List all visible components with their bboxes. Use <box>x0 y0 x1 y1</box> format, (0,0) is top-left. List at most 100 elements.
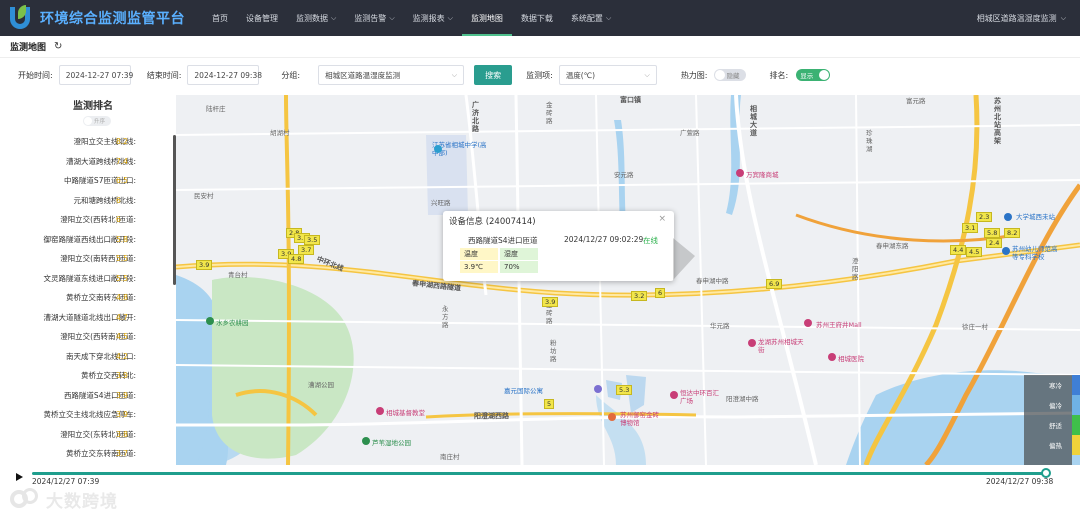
map-label: 漕湖公园 <box>308 381 334 389</box>
refresh-icon[interactable]: ↻ <box>54 41 62 52</box>
rank-item[interactable]: 文灵路隧道东线进口敞开段: 5.5 <box>10 269 176 289</box>
mall-icon[interactable] <box>804 319 812 327</box>
toggle-knob <box>819 70 830 80</box>
sensor-marker[interactable]: 4.4 <box>950 245 967 255</box>
map-label: 兴旺路 <box>431 199 451 207</box>
nav-item[interactable]: 系统配置 ⌵ <box>562 0 620 36</box>
popup-device-name: 西路隧道S4进口匝道 <box>468 236 538 245</box>
sensor-marker[interactable]: 4.5 <box>966 247 983 257</box>
sensor-marker[interactable]: 5.3 <box>616 385 633 395</box>
rank-item[interactable]: 漕湖大道隧道北线出口敞开: 4.7 <box>10 308 176 328</box>
play-icon[interactable] <box>16 473 23 481</box>
sensor-marker[interactable]: 2.3 <box>976 212 993 222</box>
sensor-marker[interactable]: 6.9 <box>766 279 783 289</box>
monitor-item-select[interactable]: 温度(℃) ⌵ <box>558 65 657 85</box>
end-time-input[interactable]: 2024-12-27 09:38 <box>187 65 262 85</box>
map-label: 澄阳路 <box>852 257 859 281</box>
rank-scrollbar[interactable] <box>173 135 176 285</box>
nav-item[interactable]: 监测告警 ⌵ <box>345 0 403 36</box>
time-end-label: 2024/12/27 09:38 <box>986 477 1054 486</box>
rank-item[interactable]: 南天成下穿北线出口: 4.2 <box>10 347 176 367</box>
sensor-marker[interactable]: 3.9 <box>542 297 559 307</box>
toggle-knob <box>714 70 725 80</box>
metro-icon[interactable] <box>1004 213 1012 221</box>
nav-item[interactable]: 数据下载 <box>512 0 562 36</box>
rank-item[interactable]: 澄阳立交(西转北)匝道: 6 <box>10 210 176 230</box>
map-label: 广济北路 <box>472 101 479 133</box>
sensor-marker[interactable]: 3.5 <box>304 235 321 245</box>
mall-icon[interactable] <box>736 169 744 177</box>
search-button[interactable]: 搜索 <box>474 65 513 85</box>
rank-item-value: 4.7 <box>116 312 128 322</box>
sensor-marker[interactable]: 5.8 <box>984 228 1001 238</box>
mall-icon[interactable] <box>670 391 678 399</box>
nav-item-label: 设备管理 <box>246 13 278 23</box>
rank-item[interactable]: 澄阳立交(东转北)匝道: 3.8 <box>10 425 176 445</box>
rank-item[interactable]: 黄桥立交西转北: 3.9 <box>10 366 176 386</box>
rank-item[interactable]: 御窑路隧道西线出口敞开段: 5.8 <box>10 230 176 250</box>
map-label: 南庄村 <box>440 453 460 461</box>
church-icon[interactable] <box>376 407 384 415</box>
sensor-marker[interactable]: 2.4 <box>986 238 1003 248</box>
map-label: 万宾隆商城 <box>746 171 779 179</box>
sensor-marker[interactable]: 3.9 <box>196 260 213 270</box>
map-label: 苏州御窑金砖博物馆 <box>620 411 659 427</box>
watermark-logo <box>8 486 42 512</box>
temp-value: 3.9℃ <box>460 261 498 273</box>
rank-toggle-text: 显示 <box>800 72 814 80</box>
sensor-marker[interactable]: 5 <box>544 399 555 409</box>
group-select-value: 相城区道路温湿度监测 <box>325 70 401 80</box>
chevron-down-icon: ⌵ <box>451 70 458 79</box>
map-label: 苏州王府井Mall <box>816 321 862 329</box>
nav-item-label: 监测数据 <box>296 13 328 23</box>
sensor-marker[interactable]: 3.2 <box>631 291 648 301</box>
rank-item[interactable]: 黄桥立交南转东匝道: 4.8 <box>10 288 176 308</box>
close-icon[interactable]: × <box>658 214 666 224</box>
map-label: 永方路 <box>442 305 449 329</box>
rank-item[interactable]: 黄桥立交主线北线应急停车: 3.9 <box>10 405 176 425</box>
app-title: 环境综合监测监管平台 <box>40 11 185 27</box>
building-icon[interactable] <box>594 385 602 393</box>
map-label: 春申湖中路 <box>696 277 729 285</box>
nav-item[interactable]: 监测数据 ⌵ <box>287 0 345 36</box>
sensor-marker[interactable]: 8.2 <box>1004 228 1021 238</box>
nav-item[interactable]: 设备管理 <box>237 0 287 36</box>
legend-item: 寒冷 <box>1024 375 1080 395</box>
school-icon[interactable] <box>1002 247 1010 255</box>
museum-icon[interactable] <box>608 413 616 421</box>
nav-item[interactable]: 监测报表 ⌵ <box>404 0 462 36</box>
hospital-icon[interactable] <box>828 353 836 361</box>
rank-item[interactable]: 西路隧道S4进口匝道: 3.9 <box>10 386 176 406</box>
park-icon[interactable] <box>206 317 214 325</box>
map-label: 春申湖东路 <box>876 242 909 250</box>
mall-icon[interactable] <box>748 339 756 347</box>
time-slider-track[interactable] <box>32 472 1048 475</box>
rank-item[interactable]: 黄桥立交东转南匝道: 3.7 <box>10 444 176 464</box>
rank-item[interactable]: 澄阳立交(西转南)匝道: 4.5 <box>10 327 176 347</box>
rank-title: 监测排名 <box>73 101 113 112</box>
group-switcher[interactable]: 相城区道路温湿度监测 ⌵ <box>977 13 1080 24</box>
sort-order-toggle[interactable]: 升序 <box>83 116 111 126</box>
rank-toggle[interactable]: 显示 <box>796 69 831 81</box>
legend-item: 舒适 <box>1024 415 1080 435</box>
map-label: 安元路 <box>614 171 634 179</box>
sensor-marker[interactable]: 6 <box>655 288 666 298</box>
rank-item[interactable]: 元和塘跨线桥北线: 6 <box>10 191 176 211</box>
rank-item[interactable]: 澄阳立交主线北线: 8.2 <box>10 132 176 152</box>
rank-item[interactable]: 漕湖大道跨线桥北线: 7.4 <box>10 152 176 172</box>
nav-item[interactable]: 监测地图 <box>461 0 512 36</box>
rank-item[interactable]: 中路隧道S7匝道出口: 6.5 <box>10 171 176 191</box>
popup-pointer <box>673 238 695 280</box>
start-time-input[interactable]: 2024-12-27 07:39 <box>58 65 133 85</box>
sensor-marker[interactable]: 4.8 <box>288 254 305 264</box>
group-select[interactable]: 相城区道路温湿度监测 ⌵ <box>318 65 465 85</box>
rank-item[interactable]: 澄阳立交(南转西)匝道: 5.5 <box>10 249 176 269</box>
nav-item[interactable]: 首页 <box>203 0 237 36</box>
heatmap-toggle[interactable]: 隐藏 <box>713 69 746 81</box>
map-label: 阳澄湖中路 <box>726 395 759 403</box>
park-icon[interactable] <box>362 437 370 445</box>
school-icon[interactable] <box>434 145 442 153</box>
sensor-marker[interactable]: 3.1 <box>962 223 979 233</box>
filter-bar: 开始时间: 2024-12-27 07:39 结束时间: 2024-12-27 … <box>0 62 1080 88</box>
rank-list: 澄阳立交主线北线: 8.2 漕湖大道跨线桥北线: 7.4 中路隧道S7匝道出口: 6.5 元… <box>10 132 176 464</box>
